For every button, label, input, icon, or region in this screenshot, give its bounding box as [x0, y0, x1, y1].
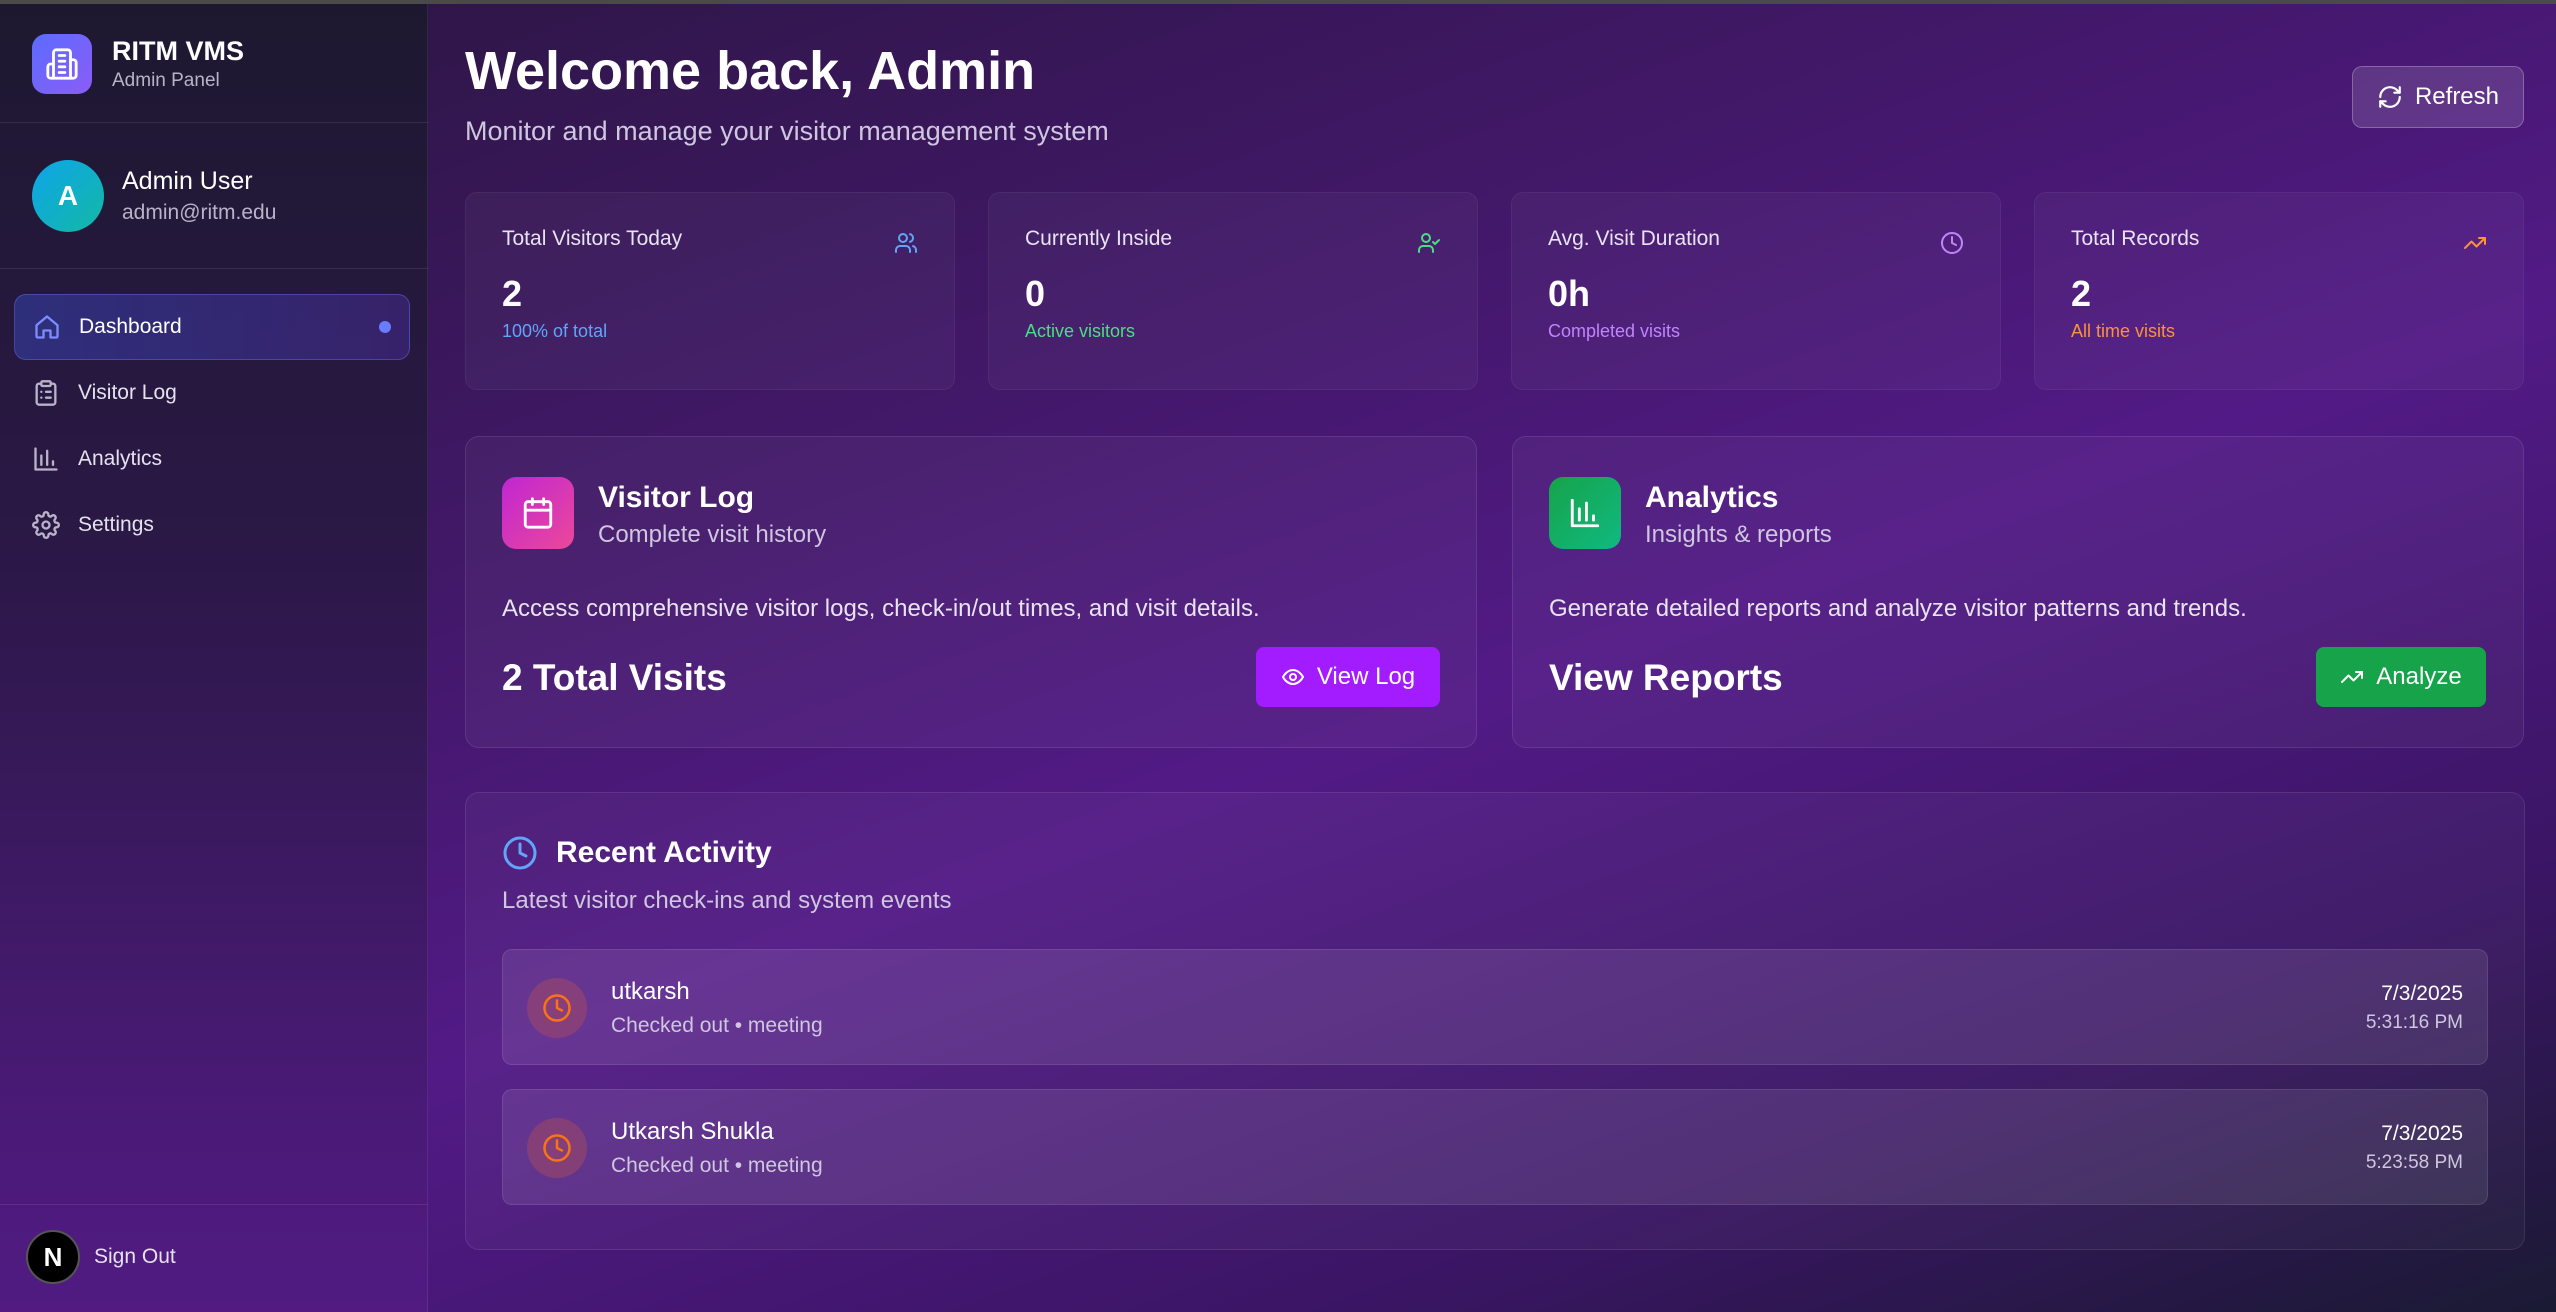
sign-out-label: Sign Out — [94, 1245, 176, 1268]
stat-card-total-records: Total Records 2 All time visits — [2034, 192, 2524, 390]
sidebar-item-label: Visitor Log — [78, 381, 177, 404]
users-icon — [895, 233, 917, 253]
section-title: Recent Activity — [556, 836, 772, 869]
trending-up-icon — [2464, 237, 2486, 249]
sidebar-item-settings[interactable]: Settings — [14, 492, 410, 558]
activity-detail: Checked out • meeting — [611, 1014, 823, 1037]
visitor-log-card: Visitor Log Complete visit history Acces… — [465, 436, 1477, 748]
card-subtitle: Insights & reports — [1645, 521, 1832, 548]
sidebar-item-analytics[interactable]: Analytics — [14, 426, 410, 492]
home-icon — [35, 315, 59, 339]
clock-icon — [527, 978, 587, 1038]
brand-title: RITM VMS — [112, 36, 244, 66]
clock-icon — [1941, 232, 1963, 254]
activity-detail: Checked out • meeting — [611, 1154, 823, 1177]
visitor-name: Utkarsh Shukla — [611, 1118, 774, 1145]
stat-note: All time visits — [2071, 321, 2176, 341]
activity-item[interactable]: Utkarsh Shukla Checked out • meeting 7/3… — [502, 1089, 2488, 1205]
stat-note: 100% of total — [502, 321, 608, 341]
card-description: Generate detailed reports and analyze vi… — [1549, 595, 2247, 622]
card-subtitle: Complete visit history — [598, 521, 827, 548]
activity-item[interactable]: utkarsh Checked out • meeting 7/3/2025 5… — [502, 949, 2488, 1065]
analytics-card: Analytics Insights & reports Generate de… — [1512, 436, 2524, 748]
clock-icon — [503, 836, 537, 870]
building-icon — [32, 34, 92, 94]
stats-row: Total Visitors Today 2 100% of total Cur… — [465, 192, 2525, 390]
stat-value: 2 — [502, 273, 523, 314]
analyze-button[interactable]: Analyze — [2316, 647, 2486, 707]
active-indicator-dot — [379, 321, 391, 333]
sign-out-button[interactable]: N Sign Out — [26, 1230, 176, 1284]
total-visits: 2 Total Visits — [502, 657, 727, 698]
calendar-icon — [502, 477, 574, 549]
section-subtitle: Latest visitor check-ins and system even… — [502, 887, 952, 914]
trending-up-icon — [2341, 671, 2364, 683]
user-profile: A Admin User admin@ritm.edu — [32, 160, 276, 232]
stat-note: Active visitors — [1025, 321, 1136, 341]
clipboard-icon — [35, 380, 57, 406]
view-log-button[interactable]: View Log — [1256, 647, 1440, 707]
page-subtitle: Monitor and manage your visitor manageme… — [465, 116, 1109, 146]
sidebar-nav: Dashboard Visitor Log Analytics Settings — [14, 294, 410, 558]
bar-chart-icon — [34, 447, 58, 471]
visitor-name: utkarsh — [611, 978, 690, 1005]
stat-label: Total Visitors Today — [502, 227, 683, 250]
divider — [0, 268, 428, 269]
refresh-button[interactable]: Refresh — [2352, 66, 2524, 128]
bar-chart-icon — [1549, 477, 1621, 549]
user-name: Admin User — [122, 167, 253, 195]
stat-value: 2 — [2071, 273, 2092, 314]
card-description: Access comprehensive visitor logs, check… — [502, 595, 1260, 622]
sidebar-item-label: Settings — [78, 513, 154, 536]
activity-time: 5:31:16 PM — [2365, 1012, 2463, 1033]
sidebar-item-dashboard[interactable]: Dashboard — [14, 294, 410, 360]
user-check-icon — [1418, 233, 1440, 253]
activity-date: 7/3/2025 — [2381, 982, 2463, 1005]
activity-time: 5:23:58 PM — [2365, 1152, 2463, 1173]
user-email: admin@ritm.edu — [122, 201, 277, 224]
refresh-icon — [2379, 86, 2401, 108]
sidebar-item-visitor-log[interactable]: Visitor Log — [14, 360, 410, 426]
brand[interactable]: RITM VMS Admin Panel — [32, 34, 244, 94]
stat-label: Currently Inside — [1025, 227, 1173, 250]
view-reports: View Reports — [1549, 657, 1783, 698]
sidebar: RITM VMS Admin Panel A Admin User admin@… — [0, 4, 428, 1312]
gear-icon — [32, 511, 60, 539]
stat-label: Avg. Visit Duration — [1548, 227, 1720, 250]
refresh-label: Refresh — [2414, 83, 2500, 110]
analyze-label: Analyze — [2376, 663, 2462, 690]
divider — [0, 1204, 428, 1205]
card-title: Analytics — [1645, 481, 1779, 514]
view-log-label: View Log — [1316, 663, 1416, 690]
app-logo-n: N — [26, 1230, 80, 1284]
stat-label: Total Records — [2071, 227, 2200, 250]
avatar: A — [32, 160, 104, 232]
activity-date: 7/3/2025 — [2381, 1122, 2463, 1145]
recent-activity-panel: Recent Activity Latest visitor check-ins… — [465, 792, 2525, 1250]
stat-value: 0 — [1025, 273, 1046, 314]
clock-icon — [527, 1118, 587, 1178]
eye-icon — [1281, 669, 1304, 685]
page-title: Welcome back, Admin — [465, 41, 1036, 101]
sidebar-item-label: Dashboard — [79, 315, 182, 338]
stat-card-currently-inside: Currently Inside 0 Active visitors — [988, 192, 1478, 390]
card-title: Visitor Log — [598, 481, 755, 514]
brand-subtitle: Admin Panel — [112, 70, 220, 91]
divider — [0, 122, 428, 123]
stat-value: 0h — [1548, 273, 1591, 314]
stat-card-total-visitors: Total Visitors Today 2 100% of total — [465, 192, 955, 390]
stat-card-avg-visit-duration: Avg. Visit Duration 0h Completed visits — [1511, 192, 2001, 390]
stat-note: Completed visits — [1548, 321, 1681, 341]
sidebar-item-label: Analytics — [78, 447, 163, 470]
